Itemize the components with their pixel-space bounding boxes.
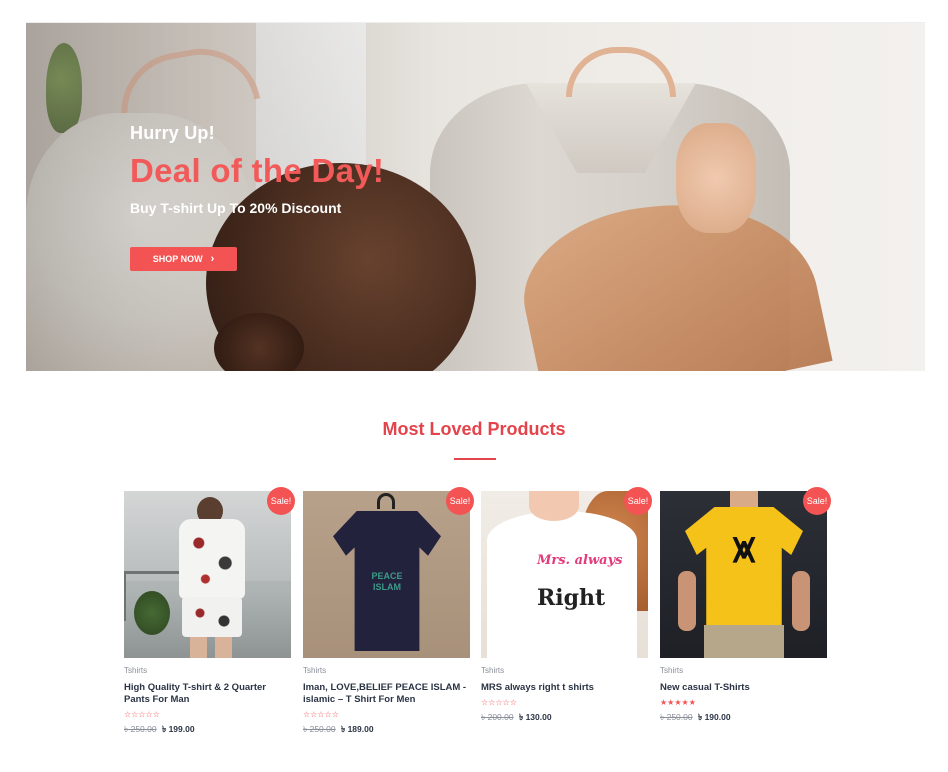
shop-now-label: SHOP NOW	[152, 254, 203, 264]
product-image[interactable]: Mrs. always Right	[481, 491, 648, 658]
print-mrs: Mrs.	[537, 553, 571, 568]
image-print-top: Mrs. always	[537, 553, 622, 568]
product-category[interactable]: Tshirts	[303, 666, 470, 675]
image-model-arm-right	[792, 571, 810, 631]
sale-price: ৳ 189.00	[340, 724, 374, 734]
product-name[interactable]: High Quality T-shirt & 2 Quarter Pants F…	[124, 682, 291, 706]
sale-price: ৳ 199.00	[161, 724, 195, 734]
sale-price: ৳ 190.00	[697, 712, 731, 722]
hero-hanger-right	[566, 47, 676, 97]
hero-title: Deal of the Day!	[130, 152, 385, 189]
section-title: Most Loved Products	[382, 419, 566, 439]
image-model-pants	[704, 625, 784, 658]
old-price: ৳ 250.00	[124, 724, 157, 734]
rating-stars: ☆☆☆☆☆	[124, 710, 160, 719]
section-underline	[454, 458, 496, 460]
image-plant	[134, 591, 170, 635]
chevron-right-icon: ›	[210, 252, 215, 265]
product-price: ৳ 250.00 ৳ 190.00	[660, 711, 827, 725]
product-card[interactable]: ⩙ Sale! Tshirts New casual T-Shirts ★★★★…	[660, 487, 831, 725]
product-name[interactable]: Iman, LOVE,BELIEF PEACE ISLAM - islamic …	[303, 682, 470, 706]
image-model-legs	[190, 637, 232, 658]
rating-stars: ☆☆☆☆☆	[303, 710, 339, 719]
product-name[interactable]: New casual T-Shirts	[660, 682, 827, 694]
product-price: ৳ 250.00 ৳ 199.00	[124, 723, 291, 737]
product-price: ৳ 200.00 ৳ 130.00	[481, 711, 648, 725]
product-card[interactable]: PEACE ISLAM Sale! Tshirts Iman, LOVE,BEL…	[303, 487, 474, 737]
product-category[interactable]: Tshirts	[660, 666, 827, 675]
print-line-2: ISLAM	[373, 582, 401, 592]
print-line-1: PEACE	[371, 571, 403, 581]
product-card[interactable]: Mrs. always Right Sale! Tshirts MRS alwa…	[481, 487, 652, 725]
hero-kicker: Hurry Up!	[130, 123, 215, 143]
image-tshirt-print: PEACE ISLAM	[363, 571, 411, 605]
image-floral-tshirt	[179, 519, 245, 599]
hero-subtitle: Buy T-shirt Up To 20% Discount	[130, 200, 342, 216]
product-name[interactable]: MRS always right t shirts	[481, 682, 648, 694]
hero-text: Hurry Up! Deal of the Day! Buy T-shirt U…	[130, 123, 385, 271]
old-price: ৳ 250.00	[303, 724, 336, 734]
old-price: ৳ 250.00	[660, 712, 693, 722]
claw-print-icon: ⩙	[732, 527, 756, 571]
hanger-icon	[377, 493, 395, 509]
product-image[interactable]: ⩙	[660, 491, 827, 658]
print-always: always	[574, 553, 623, 568]
sale-badge: Sale!	[803, 487, 831, 515]
old-price: ৳ 200.00	[481, 712, 514, 722]
image-model-arm-left	[678, 571, 696, 631]
hero-hand	[676, 123, 756, 233]
product-image[interactable]	[124, 491, 291, 658]
shop-now-button[interactable]: SHOP NOW ›	[130, 247, 237, 271]
rating-stars: ★★★★★	[660, 698, 696, 707]
product-category[interactable]: Tshirts	[124, 666, 291, 675]
product-price: ৳ 250.00 ৳ 189.00	[303, 723, 470, 737]
product-card[interactable]: Sale! Tshirts High Quality T-shirt & 2 Q…	[124, 487, 295, 737]
sale-price: ৳ 130.00	[518, 712, 552, 722]
hero-banner: Hurry Up! Deal of the Day! Buy T-shirt U…	[26, 23, 925, 371]
sale-badge: Sale!	[267, 487, 295, 515]
rating-stars: ☆☆☆☆☆	[481, 698, 517, 707]
sale-badge: Sale!	[446, 487, 474, 515]
sale-badge: Sale!	[624, 487, 652, 515]
product-image[interactable]: PEACE ISLAM	[303, 491, 470, 658]
print-right: Right	[537, 585, 606, 611]
image-model-neck	[529, 491, 579, 521]
image-floral-shorts	[182, 597, 242, 637]
product-category[interactable]: Tshirts	[481, 666, 648, 675]
